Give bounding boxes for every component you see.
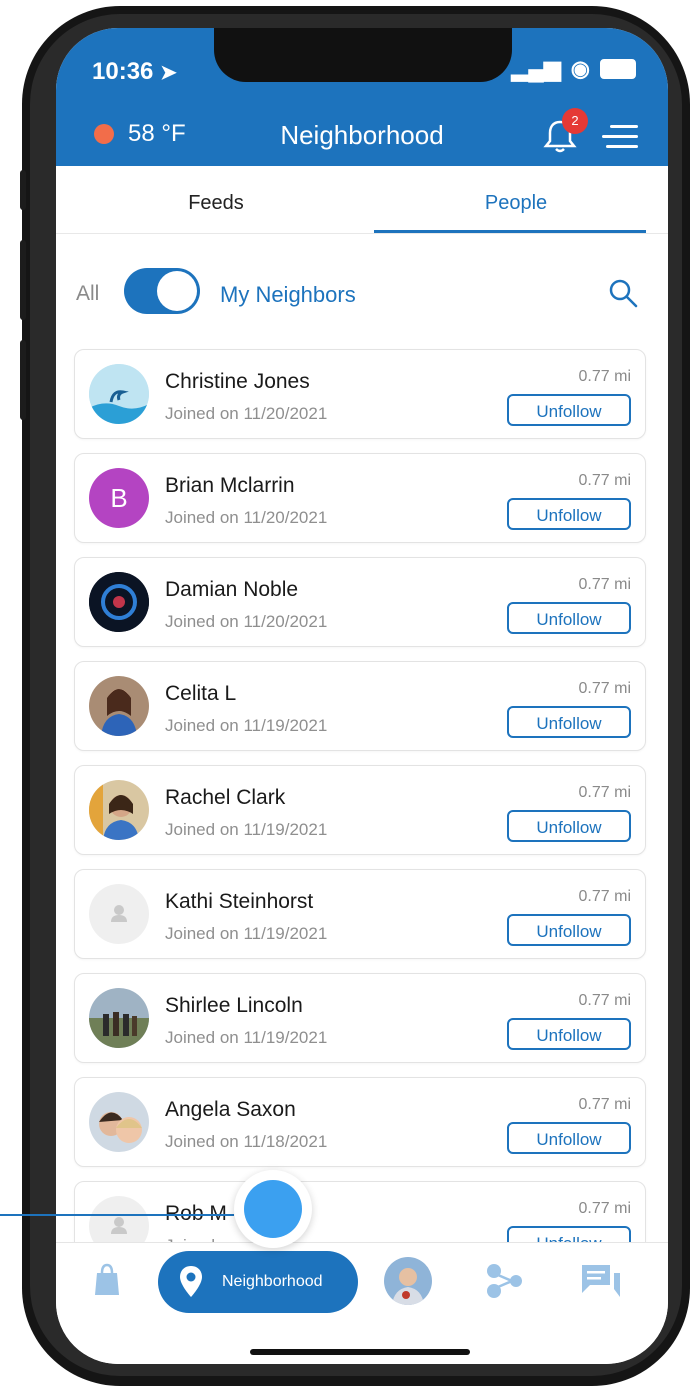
list-item[interactable]: B Brian Mclarrin Joined on 11/20/2021 0.… xyxy=(74,453,646,543)
photo-avatar xyxy=(89,988,149,1048)
messages-icon[interactable] xyxy=(580,1263,622,1299)
unfollow-button[interactable]: Unfollow xyxy=(507,1122,631,1154)
photo-avatar xyxy=(89,780,149,840)
unfollow-button[interactable]: Unfollow xyxy=(507,810,631,842)
location-pin-icon xyxy=(180,1266,202,1297)
person-name: Angela Saxon xyxy=(165,1098,296,1121)
list-item[interactable]: Celita L Joined on 11/19/2021 0.77 mi Un… xyxy=(74,661,646,751)
notch xyxy=(214,28,512,82)
person-name: Celita L xyxy=(165,682,237,705)
joined-date: Joined on 11/18/2021 xyxy=(165,1132,328,1151)
unfollow-button[interactable]: Unfollow xyxy=(507,498,631,530)
list-item[interactable]: Christine Jones Joined on 11/20/2021 0.7… xyxy=(74,349,646,439)
joined-date: Joined on 11/20/2021 xyxy=(165,508,328,527)
distance: 0.77 mi xyxy=(578,888,631,905)
unfollow-button[interactable]: Unfollow xyxy=(507,914,631,946)
letter-avatar: B xyxy=(89,468,149,528)
list-item[interactable]: Shirlee Lincoln Joined on 11/19/2021 0.7… xyxy=(74,973,646,1063)
joined-date: Joined on 11/20/2021 xyxy=(165,612,328,631)
distance: 0.77 mi xyxy=(578,992,631,1009)
side-button xyxy=(20,240,26,320)
connections-icon[interactable] xyxy=(484,1263,524,1299)
joined-date: Joined on 11/20/2021 xyxy=(165,404,328,423)
list-item[interactable]: Damian Noble Joined on 11/20/2021 0.77 m… xyxy=(74,557,646,647)
list-item[interactable]: Angela Saxon Joined on 11/18/2021 0.77 m… xyxy=(74,1077,646,1167)
list-item[interactable]: Kathi Steinhorst Joined on 11/19/2021 0.… xyxy=(74,869,646,959)
side-button xyxy=(20,170,26,210)
emblem-avatar xyxy=(89,572,149,632)
person-name: Brian Mclarrin xyxy=(165,474,295,497)
people-list: Christine Jones Joined on 11/20/2021 0.7… xyxy=(56,28,668,1364)
photo-avatar xyxy=(89,676,149,736)
distance: 0.77 mi xyxy=(578,1096,631,1113)
bottom-nav: Neighborhood xyxy=(56,1242,668,1364)
unfollow-button[interactable]: Unfollow xyxy=(507,602,631,634)
fab-dot-icon xyxy=(244,1180,302,1238)
distance: 0.77 mi xyxy=(578,1200,631,1217)
shopping-bag-icon[interactable] xyxy=(94,1263,120,1297)
person-name: Damian Noble xyxy=(165,578,299,601)
unfollow-button[interactable]: Unfollow xyxy=(507,706,631,738)
list-item[interactable]: Rachel Clark Joined on 11/19/2021 0.77 m… xyxy=(74,765,646,855)
nav-neighborhood-label: Neighborhood xyxy=(222,1273,323,1290)
unfollow-button[interactable]: Unfollow xyxy=(507,394,631,426)
distance: 0.77 mi xyxy=(578,472,631,489)
person-name: Christine Jones xyxy=(165,370,310,393)
side-button xyxy=(20,340,26,420)
joined-date: Joined on 11/19/2021 xyxy=(165,924,328,943)
person-name: Kathi Steinhorst xyxy=(165,890,314,913)
phone-screen: 10:36 ➤ ▂▄▆ ◉ 58 °F Neighborhood 2 Feeds… xyxy=(56,28,668,1364)
floating-action-button[interactable] xyxy=(234,1170,312,1248)
nav-neighborhood[interactable]: Neighborhood xyxy=(158,1251,358,1313)
person-name: Rachel Clark xyxy=(165,786,286,809)
distance: 0.77 mi xyxy=(578,680,631,697)
distance: 0.77 mi xyxy=(578,576,631,593)
photo-avatar xyxy=(89,1092,149,1152)
joined-date: Joined on 11/19/2021 xyxy=(165,716,328,735)
joined-date: Joined on 11/19/2021 xyxy=(165,1028,328,1047)
unfollow-button[interactable]: Unfollow xyxy=(507,1018,631,1050)
callout-line xyxy=(0,1214,234,1216)
home-indicator xyxy=(250,1349,470,1355)
distance: 0.77 mi xyxy=(578,784,631,801)
profile-avatar[interactable] xyxy=(384,1257,432,1305)
person-name: Shirlee Lincoln xyxy=(165,994,303,1017)
joined-date: Joined on 11/19/2021 xyxy=(165,820,328,839)
placeholder-avatar xyxy=(89,884,149,944)
wave-avatar xyxy=(89,364,149,424)
distance: 0.77 mi xyxy=(578,368,631,385)
